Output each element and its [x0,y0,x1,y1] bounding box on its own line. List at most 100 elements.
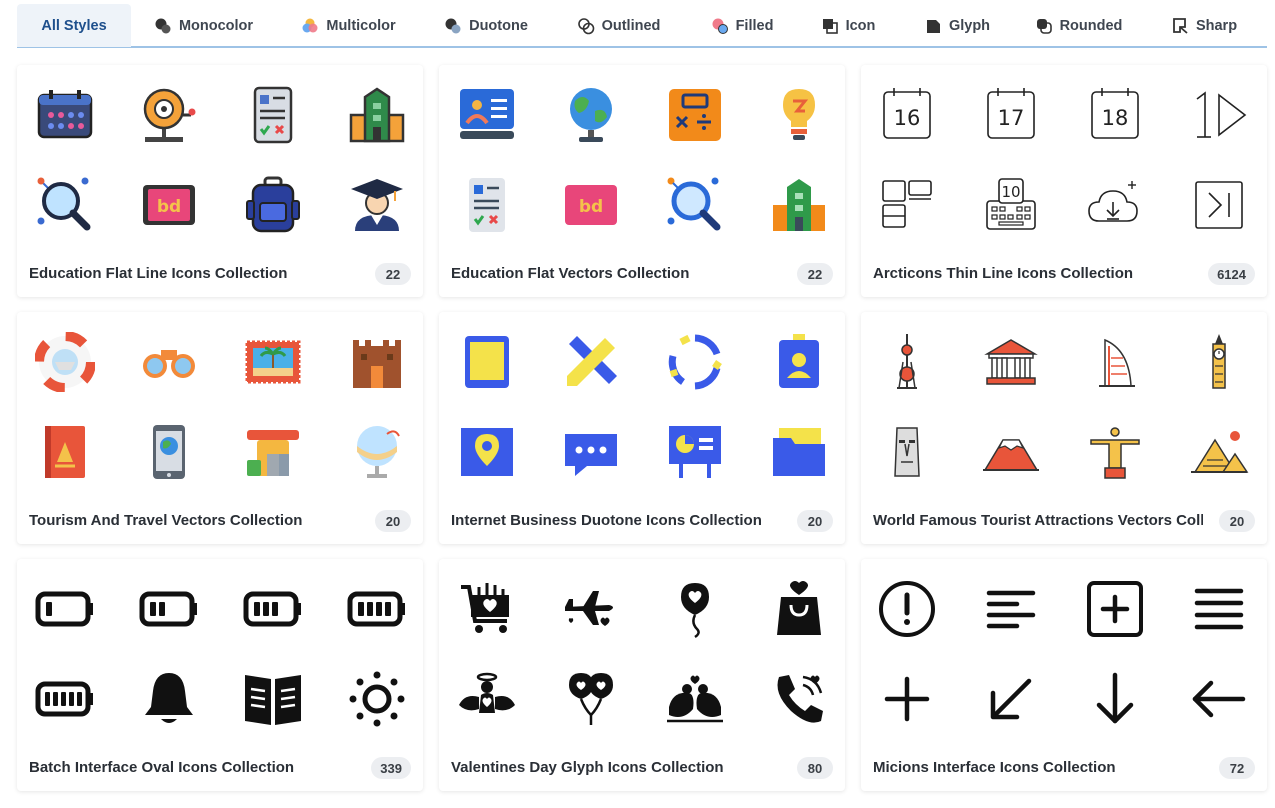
checklist-icon [243,85,303,145]
icon-count-badge: 339 [371,757,411,779]
collection-card-education-flat-vectors[interactable]: bd Education Flat Vectors Collection 22 [439,65,845,297]
calculator-icon [665,85,725,145]
binoculars-icon [139,332,199,392]
tab-filled[interactable]: Filled [686,4,798,47]
tab-rounded[interactable]: Rounded [1016,4,1141,47]
love-birds-icon [665,669,725,729]
tab-label: Monocolor [178,17,254,34]
glyph-icon [924,17,942,35]
icon-grid: bd [439,65,845,255]
icon-count-badge: 20 [375,510,411,532]
collection-card-micions[interactable]: Micions Interface Icons Collection 72 [861,559,1267,791]
castle-icon [347,332,407,392]
calendar-icon [35,85,95,145]
alert-circle-icon [877,579,937,639]
collection-title[interactable]: Micions Interface Icons Collection [873,759,1203,776]
collection-title[interactable]: Valentines Day Glyph Icons Collection [451,759,781,776]
collection-title[interactable]: Education Flat Line Icons Collection [29,265,359,282]
magnifier-icon [665,175,725,235]
tab-outlined[interactable]: Outlined [551,4,686,47]
tab-icon[interactable]: Icon [798,4,898,47]
arrow-left-icon [1189,669,1249,729]
filled-icon [711,17,729,35]
icon-grid: bd [17,65,423,255]
tab-label: Filled [735,17,774,34]
sharp-icon [1171,17,1189,35]
collection-title[interactable]: Internet Business Duotone Icons Collecti… [451,512,781,529]
widgets-icon [877,175,937,235]
battery-low-icon [35,579,95,639]
tablet-icon: bd [139,175,199,235]
battery-mid-icon [243,579,303,639]
battery-high-icon [347,579,407,639]
cloud-download-icon [1085,175,1145,235]
light-bulb-icon [769,85,829,145]
duotone-icon [444,17,462,35]
collection-card-internet-business[interactable]: Internet Business Duotone Icons Collecti… [439,312,845,544]
collection-title[interactable]: Education Flat Vectors Collection [451,265,781,282]
icon-style-icon [821,17,839,35]
calendar-18-icon: 18 [1085,85,1145,145]
collection-card-arcticons[interactable]: 16 17 18 10 Arcticons Thin Line Icons Co… [861,65,1267,297]
collection-title[interactable]: Tourism And Travel Vectors Collection [29,512,359,529]
icon-count-badge: 80 [797,757,833,779]
collection-card-tourism-travel[interactable]: Tourism And Travel Vectors Collection 20 [17,312,423,544]
tablet-icon [457,332,517,392]
tab-label: Outlined [601,17,661,34]
phone-call-icon [769,669,829,729]
tab-label: Duotone [469,17,528,34]
globe-icon [561,85,621,145]
collection-card-education-flat-line[interactable]: bd Education Flat Line Icons Collection … [17,65,423,297]
tab-label: Sharp [1195,17,1238,34]
icon-grid [861,559,1267,749]
big-ben-icon [1189,332,1249,392]
icon-count-badge: 22 [797,263,833,285]
tab-all-styles[interactable]: All Styles [17,4,131,47]
add-square-icon [1085,579,1145,639]
style-filter-tabs: All Styles Monocolor Multicolor Duotone … [17,4,1267,48]
globe-stand-icon [347,422,407,482]
stamp-icon [243,332,303,392]
tab-monocolor[interactable]: Monocolor [131,4,276,47]
tab-label: Rounded [1059,17,1123,34]
play-one-icon [1189,85,1249,145]
calendar-16-icon: 16 [877,85,937,145]
sun-icon [347,669,407,729]
svg-text:10: 10 [1001,183,1020,201]
align-left-icon [981,579,1041,639]
chat-icon [561,422,621,482]
menu-icon [1189,579,1249,639]
calendar-17-icon: 17 [981,85,1041,145]
backpack-icon [243,175,303,235]
lifebuoy-icon [35,332,95,392]
school-building-icon [347,85,407,145]
tv-tower-icon [877,332,937,392]
rounded-icon [1035,17,1053,35]
shopping-bag-icon [769,579,829,639]
battery-half-icon [139,579,199,639]
svg-text:17: 17 [998,106,1025,130]
multicolor-icon [301,17,319,35]
tab-sharp[interactable]: Sharp [1141,4,1267,47]
burj-al-arab-icon [1085,332,1145,392]
collection-title[interactable]: World Famous Tourist Attractions Vectors… [873,512,1203,532]
collection-card-batch-interface[interactable]: Batch Interface Oval Icons Collection 33… [17,559,423,791]
collection-card-tourist-attractions[interactable]: World Famous Tourist Attractions Vectors… [861,312,1267,544]
tab-glyph[interactable]: Glyph [898,4,1016,47]
icon-count-badge: 22 [375,263,411,285]
cupid-icon [457,669,517,729]
tools-icon [561,332,621,392]
tab-duotone[interactable]: Duotone [421,4,551,47]
airplane-icon [561,579,621,639]
balloons-icon [561,669,621,729]
icon-grid [17,559,423,749]
collection-card-valentines-glyph[interactable]: Valentines Day Glyph Icons Collection 80 [439,559,845,791]
checklist-icon [457,175,517,235]
tab-label: Multicolor [326,17,396,34]
presentation-icon [665,422,725,482]
collection-title[interactable]: Arcticons Thin Line Icons Collection [873,265,1203,282]
tab-multicolor[interactable]: Multicolor [276,4,421,47]
parthenon-icon [981,332,1041,392]
keyboard-icon: 10 [981,175,1041,235]
collection-title[interactable]: Batch Interface Oval Icons Collection [29,759,359,776]
